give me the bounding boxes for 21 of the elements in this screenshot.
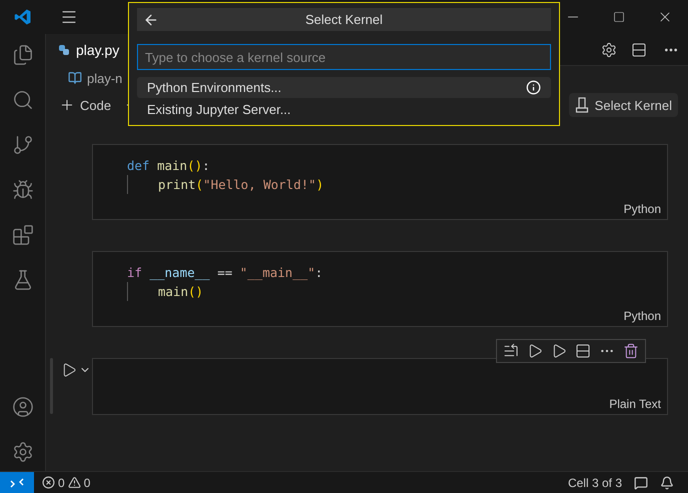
- warning-count: 0: [84, 476, 90, 490]
- add-code-button[interactable]: Code: [56, 95, 114, 115]
- quick-pick-title: Select Kernel: [305, 12, 383, 28]
- select-kernel-button[interactable]: Select Kernel: [568, 93, 678, 117]
- code-line: main(): [127, 282, 667, 301]
- search-field[interactable]: Type to choose a kernel source: [137, 44, 551, 70]
- language-label[interactable]: Plain Text: [609, 397, 667, 414]
- code-cell[interactable]: if __name__ == "__main__": main() Python: [92, 251, 668, 327]
- code-cell[interactable]: def main(): print("Hello, World!") Python: [92, 144, 668, 220]
- language-label[interactable]: Python: [624, 202, 667, 219]
- code-line: def main():: [127, 157, 211, 175]
- error-count: 0: [58, 476, 65, 490]
- language-label[interactable]: Python: [624, 309, 667, 326]
- breadcrumb[interactable]: play-n: [87, 70, 122, 86]
- cell-position[interactable]: Cell 3 of 3: [564, 476, 626, 490]
- quick-pick-item[interactable]: Existing Jupyter Server...: [137, 98, 551, 120]
- quick-pick-item[interactable]: Python Environments...: [137, 76, 551, 98]
- problems-button[interactable]: 0 0: [38, 476, 94, 490]
- code-line: print("Hello, World!"): [127, 175, 667, 194]
- text-cell[interactable]: Plain Text: [92, 358, 668, 415]
- code-line: if __name__ == "__main__":: [127, 264, 324, 282]
